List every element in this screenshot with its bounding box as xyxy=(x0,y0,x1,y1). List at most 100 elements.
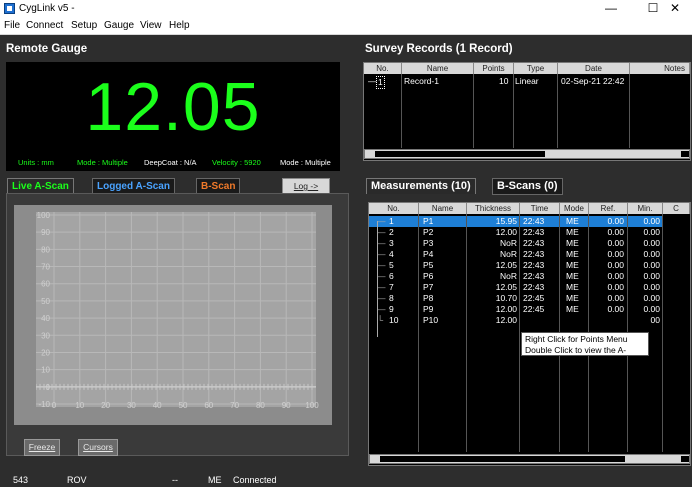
x-tick-label: 50 xyxy=(179,401,188,410)
meas-row-no: 2 xyxy=(389,227,394,237)
meas-row-no: 4 xyxy=(389,249,394,259)
tree-connector: — xyxy=(377,293,386,303)
meas-row-name: P6 xyxy=(423,271,434,281)
meas-horizontal-scrollbar[interactable] xyxy=(369,454,690,464)
x-tick-label: 10 xyxy=(75,401,84,410)
survey-col-notes[interactable]: Notes xyxy=(630,63,690,74)
meas-row-no: 3 xyxy=(389,238,394,248)
meas-row-ref xyxy=(591,315,624,326)
y-tick-label: 30 xyxy=(41,331,50,340)
meas-row-time: 22:45 xyxy=(523,304,545,314)
gauge-display: 12.05 Units : mm Mode : Multiple DeepCoa… xyxy=(6,62,340,171)
meas-row-no: 5 xyxy=(389,260,394,270)
y-tick-label: 40 xyxy=(41,314,50,323)
survey-col-no[interactable]: No. xyxy=(364,63,402,74)
tab-measurements[interactable]: Measurements (10) xyxy=(366,178,476,194)
menu-setup[interactable]: Setup xyxy=(71,20,97,31)
meas-row-thickness: NoR xyxy=(499,271,517,281)
meas-row-no: 9 xyxy=(389,304,394,314)
tree-connector: — xyxy=(377,304,386,314)
meas-row-time: 22:45 xyxy=(523,293,545,303)
deepcoat-info: DeepCoat : N/A xyxy=(144,158,197,167)
meas-row-no: 1 xyxy=(389,216,394,226)
meas-row-ref: 0.00 xyxy=(607,238,624,248)
meas-row-thickness: 12.05 xyxy=(495,260,517,270)
survey-records-title: Survey Records (1 Record) xyxy=(365,43,513,55)
meas-row-thickness: 12.00 xyxy=(495,304,517,314)
menu-view[interactable]: View xyxy=(140,20,162,31)
meas-row-time: 22:43 xyxy=(523,227,545,237)
x-tick-label: 0 xyxy=(52,401,57,410)
meas-row-name: P2 xyxy=(423,227,434,237)
meas-row-name: P4 xyxy=(423,249,434,259)
y-tick-label: 80 xyxy=(41,245,50,254)
ascan-axes: 1009080706050403020100-10 0 10 20 30 40 50 60 70… xyxy=(37,211,320,410)
meas-row-name: P7 xyxy=(423,282,434,292)
meas-row-thickness: 10.70 xyxy=(495,293,517,303)
meas-col-ref[interactable]: Ref. xyxy=(589,203,628,214)
tab-bscans[interactable]: B-Scans (0) xyxy=(492,178,563,195)
meas-row-mode: ME xyxy=(566,271,579,281)
survey-col-type[interactable]: Type xyxy=(514,63,558,74)
meas-row-min: 0.00 xyxy=(643,293,660,303)
minimize-button[interactable]: — xyxy=(594,0,628,18)
survey-row-no: 1 xyxy=(376,76,385,89)
meas-row-ref: 0.00 xyxy=(607,304,624,314)
tab-live-ascan[interactable]: Live A-Scan xyxy=(7,178,74,194)
cursors-button[interactable]: Cursors xyxy=(78,439,118,456)
meas-col-mode[interactable]: Mode xyxy=(560,203,589,214)
meas-row-name: P10 xyxy=(423,315,439,325)
survey-horizontal-scrollbar[interactable] xyxy=(364,149,690,159)
status-rov: ROV xyxy=(67,475,87,485)
y-tick-label: 100 xyxy=(37,211,51,220)
menu-help[interactable]: Help xyxy=(169,20,190,31)
meas-col-name[interactable]: Name xyxy=(419,203,467,214)
y-tick-label: 70 xyxy=(41,263,50,272)
meas-col-time[interactable]: Time xyxy=(520,203,560,214)
survey-row-points: 10 xyxy=(499,76,509,86)
menu-file[interactable]: File xyxy=(4,20,20,31)
menu-connect[interactable]: Connect xyxy=(26,20,63,31)
survey-row-date: 02-Sep-21 22:42 xyxy=(561,76,625,86)
status-dash: -- xyxy=(172,475,178,485)
meas-row-name: P1 xyxy=(423,216,434,226)
meas-row-name: P8 xyxy=(423,293,434,303)
tooltip-line2: Double Click to view the A-Scan xyxy=(525,345,627,366)
tree-connector: — xyxy=(377,227,386,237)
x-tick-label: 20 xyxy=(101,401,110,410)
menu-gauge[interactable]: Gauge xyxy=(104,20,134,31)
meas-row-time: 22:43 xyxy=(523,238,545,248)
meas-row-thickness: 12.00 xyxy=(495,315,517,325)
meas-row-name: P3 xyxy=(423,238,434,248)
meas-row-ref: 0.00 xyxy=(607,271,624,281)
tree-connector: — xyxy=(377,271,386,281)
mode2-info: Mode : Multiple xyxy=(280,158,331,167)
meas-row-ref: 0.00 xyxy=(607,260,624,270)
meas-row-mode: ME xyxy=(566,293,579,303)
meas-row-time: 22:43 xyxy=(523,282,545,292)
meas-row-mode: ME xyxy=(566,238,579,248)
survey-col-date[interactable]: Date xyxy=(558,63,630,74)
meas-col-no[interactable]: No. xyxy=(369,203,419,214)
meas-row-thickness: NoR xyxy=(499,238,517,248)
meas-row-ref: 0.00 xyxy=(607,282,624,292)
survey-col-points[interactable]: Points xyxy=(474,63,514,74)
x-tick-label: 80 xyxy=(256,401,265,410)
mode-info: Mode : Multiple xyxy=(77,158,128,167)
status-mode: ME xyxy=(208,475,222,485)
meas-col-thickness[interactable]: Thickness xyxy=(467,203,520,214)
title-bar: CygLink v5 - — ☐ ✕ xyxy=(0,0,692,18)
thickness-reading: 12.05 xyxy=(85,69,261,145)
tree-connector: — xyxy=(377,216,386,226)
survey-col-name[interactable]: Name xyxy=(402,63,474,74)
meas-row-min: 0.00 xyxy=(643,249,660,259)
meas-row-mode: ME xyxy=(566,304,579,314)
meas-row-thickness: NoR xyxy=(499,249,517,259)
freeze-button[interactable]: Freeze xyxy=(24,439,60,456)
meas-row-ref: 0.00 xyxy=(607,216,624,226)
close-button[interactable]: ✕ xyxy=(658,0,692,18)
status-bar: 543 ROV -- ME Connected xyxy=(0,472,692,487)
meas-col-c[interactable]: C xyxy=(663,203,690,214)
meas-row-time: 22:43 xyxy=(523,271,545,281)
meas-col-min[interactable]: Min. xyxy=(628,203,663,214)
